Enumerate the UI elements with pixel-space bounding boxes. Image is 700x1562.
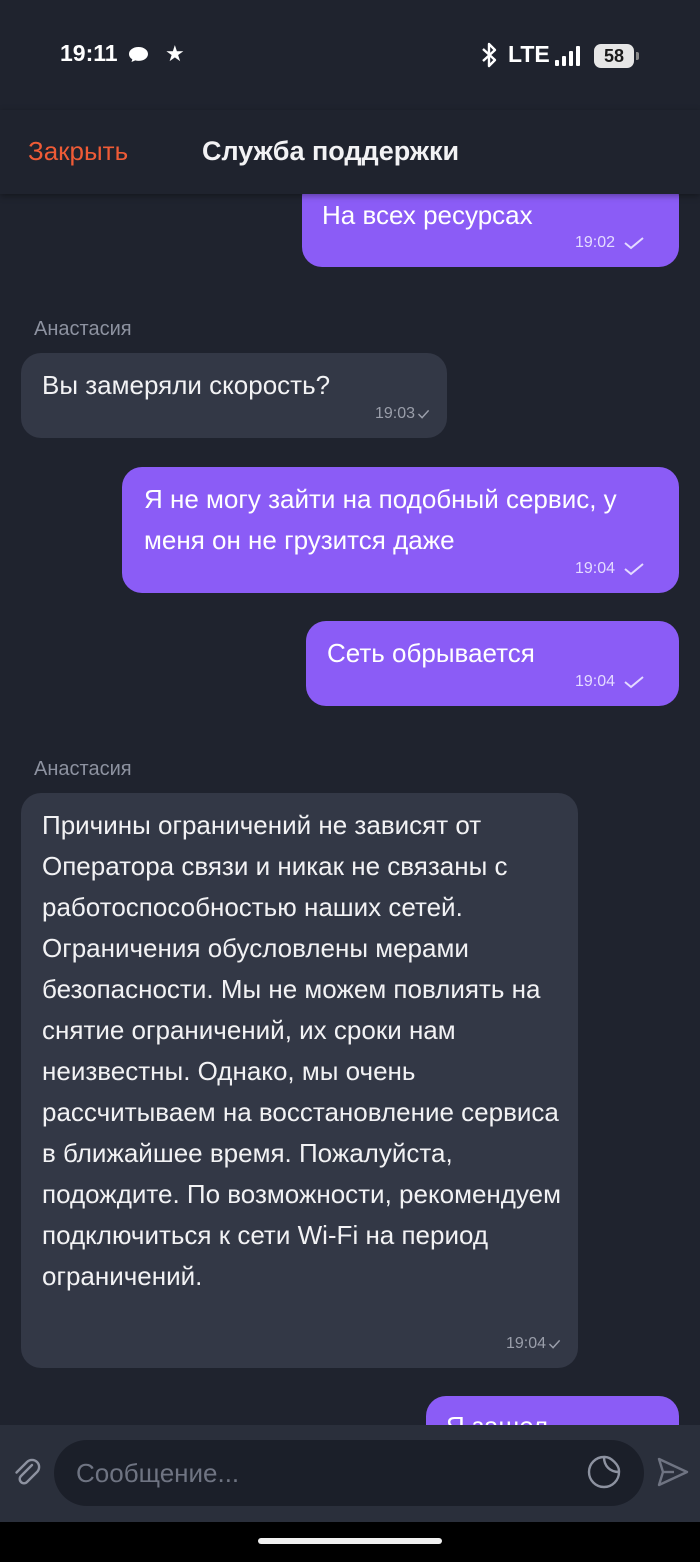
check-icon — [417, 409, 430, 419]
message-text: На всех ресурсах — [322, 200, 533, 230]
chat-header: Закрыть Служба поддержки — [0, 110, 700, 194]
message-meta: 19:03 — [375, 404, 433, 424]
message-text: Сеть обрывается — [327, 638, 535, 668]
message-text: Причины ограничений не зависят от Операт… — [42, 810, 569, 1291]
message-time: 19:04 — [574, 560, 615, 577]
home-indicator[interactable] — [258, 1538, 442, 1544]
message-time: 19:04 — [574, 673, 615, 690]
status-time: 19:11 — [60, 40, 118, 66]
message-incoming[interactable]: Причины ограничений не зависят от Операт… — [21, 793, 578, 1368]
status-bar: 19:11 ★ LTE 58 — [0, 0, 700, 110]
message-outgoing[interactable]: Я зашел — [426, 1396, 679, 1425]
close-button[interactable]: Закрыть — [28, 136, 128, 167]
page-title: Служба поддержки — [202, 136, 460, 166]
sender-name: Анастасия — [34, 318, 132, 340]
message-meta: 19:04 — [575, 559, 645, 579]
battery-icon: 58 — [594, 44, 639, 68]
message-text: Я не могу зайти на подобный сервис, у ме… — [144, 484, 624, 555]
star-icon: ★ — [165, 41, 185, 66]
message-outgoing[interactable]: Я не могу зайти на подобный сервис, у ме… — [122, 467, 679, 593]
send-icon[interactable] — [656, 1455, 690, 1489]
message-text: Я зашел — [446, 1406, 659, 1425]
message-time: 19:02 — [574, 234, 615, 251]
message-time: 19:04 — [505, 1335, 546, 1352]
check-icon — [548, 1339, 561, 1349]
check-icon — [624, 563, 644, 576]
sticker-icon[interactable] — [586, 1454, 622, 1490]
message-text: Вы замеряли скорость? — [42, 370, 331, 400]
chat-bubble-icon — [129, 47, 148, 62]
signal-icon — [555, 46, 580, 66]
check-icon — [624, 237, 644, 250]
message-time: 19:03 — [374, 405, 415, 422]
message-meta: 19:04 — [575, 672, 645, 692]
message-outgoing[interactable]: Сеть обрывается 19:04 — [306, 621, 679, 706]
chat-history[interactable]: На всех ресурсах 19:02 Анастасия Вы заме… — [0, 0, 700, 1425]
paperclip-icon[interactable] — [12, 1457, 42, 1489]
check-icon — [624, 676, 644, 689]
sender-name: Анастасия — [34, 758, 132, 780]
bluetooth-icon — [482, 42, 497, 68]
message-meta: 19:04 — [506, 1334, 564, 1354]
message-meta: 19:02 — [575, 233, 645, 253]
network-type: LTE — [508, 41, 550, 67]
message-incoming[interactable]: Вы замеряли скорость? 19:03 — [21, 353, 447, 438]
message-input[interactable] — [54, 1440, 644, 1506]
